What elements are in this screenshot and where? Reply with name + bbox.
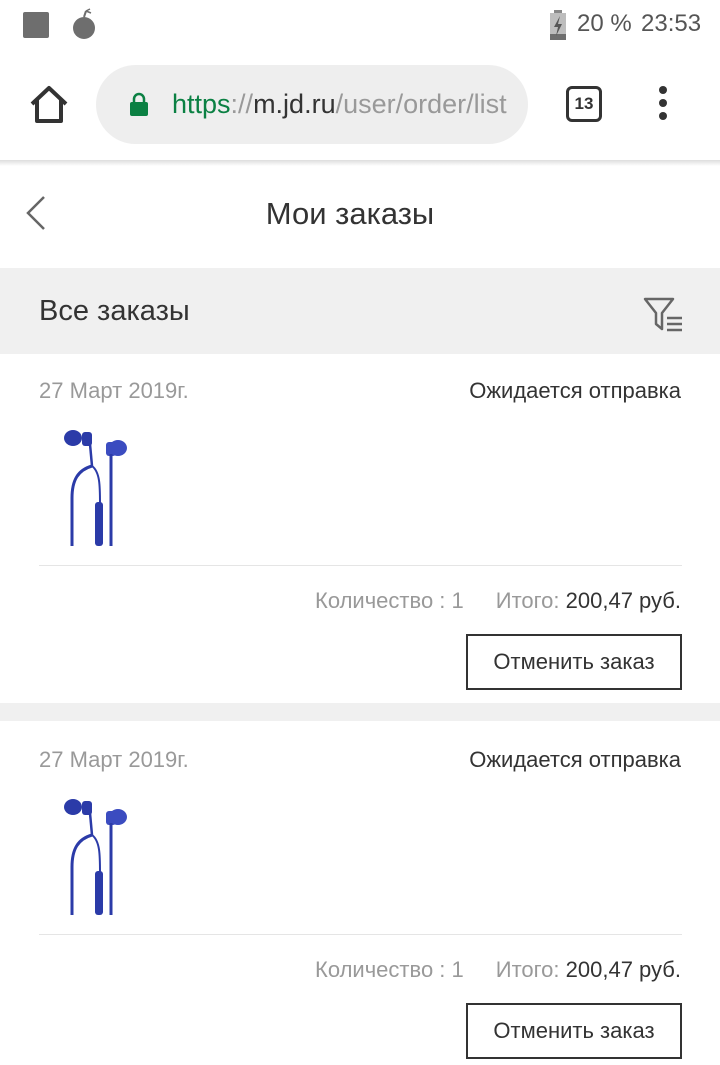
address-bar[interactable]: https://m.jd.ru/user/order/list xyxy=(96,65,528,144)
clock: 23:53 xyxy=(641,10,702,37)
cancel-order-button[interactable]: Отменить заказ xyxy=(466,1003,682,1059)
product-image-earphones[interactable] xyxy=(56,426,136,550)
order-date: 27 Март 2019г. xyxy=(39,747,189,772)
bomb-icon xyxy=(73,8,95,39)
order-total-label: Итого: xyxy=(495,588,560,613)
page-title: Мои заказы xyxy=(265,196,435,231)
filter-icon[interactable] xyxy=(643,296,683,332)
url-scheme: https xyxy=(172,89,231,119)
home-icon[interactable] xyxy=(28,84,70,124)
overflow-menu-icon[interactable] xyxy=(656,86,670,124)
url-separator: :// xyxy=(230,89,254,119)
order-total-label: Итого: xyxy=(495,957,560,982)
browser-toolbar: https://m.jd.ru/user/order/list 13 xyxy=(0,50,720,160)
product-image-earphones[interactable] xyxy=(56,795,136,919)
order-total-value: 200,47 руб. xyxy=(565,588,681,613)
url-path: /user/order/list xyxy=(335,89,507,119)
order-quantity: Количество : 1 xyxy=(315,588,464,613)
order-status: Ожидается отправка xyxy=(469,378,681,403)
card-separator xyxy=(0,703,720,721)
cancel-order-button[interactable]: Отменить заказ xyxy=(466,634,682,690)
status-bar: 20 % 23:53 xyxy=(0,0,720,50)
order-summary: Количество : 1 Итого: 200,47 руб. xyxy=(315,588,681,614)
tab-switcher-button[interactable]: 13 xyxy=(566,86,602,122)
order-summary: Количество : 1 Итого: 200,47 руб. xyxy=(315,957,681,983)
all-orders-title: Все заказы xyxy=(39,295,190,327)
battery-icon xyxy=(550,10,566,40)
order-date: 27 Март 2019г. xyxy=(39,378,189,403)
url-host: m.jd.ru xyxy=(253,89,336,119)
lock-icon xyxy=(130,92,148,116)
battery-percent: 20 % xyxy=(577,10,632,37)
order-quantity: Количество : 1 xyxy=(315,957,464,982)
order-card: 27 Март 2019г. Ожидается отправка Количе… xyxy=(0,723,720,1065)
notification-icon xyxy=(23,12,49,38)
card-divider xyxy=(39,565,682,566)
page-header: Мои заказы xyxy=(0,166,720,268)
filter-bar: Все заказы xyxy=(0,268,720,354)
order-total-value: 200,47 руб. xyxy=(565,957,681,982)
order-card: 27 Март 2019г. Ожидается отправка Количе… xyxy=(0,354,720,703)
card-divider xyxy=(39,934,682,935)
url-text[interactable]: https://m.jd.ru/user/order/list xyxy=(172,89,508,120)
order-status: Ожидается отправка xyxy=(469,747,681,772)
